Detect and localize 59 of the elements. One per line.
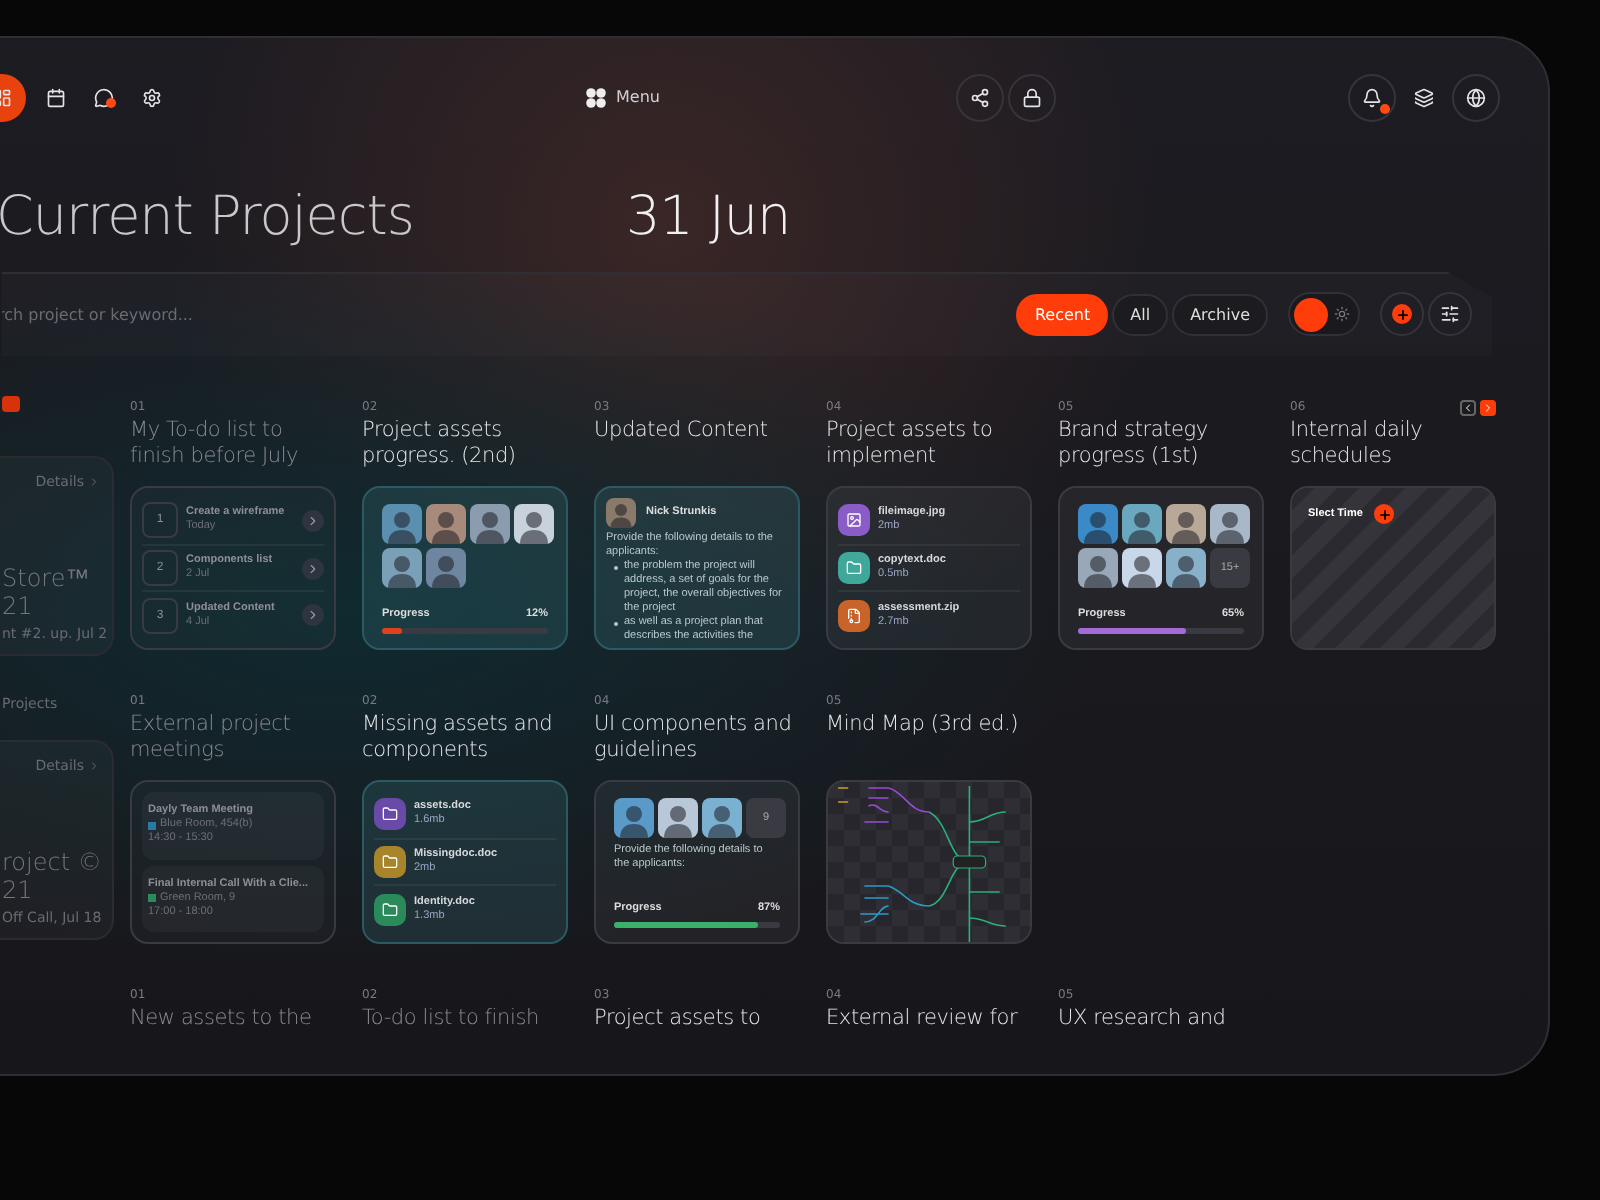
- share-button[interactable]: [955, 73, 1004, 122]
- filter-tab[interactable]: All: [1112, 293, 1169, 336]
- card-title: Updated Content: [594, 418, 770, 446]
- card-title: My To-do list to finish before July: [130, 418, 301, 472]
- date-label: 31 Jun: [626, 185, 791, 248]
- layers-icon: [1413, 87, 1434, 108]
- add-button[interactable]: [1380, 292, 1424, 337]
- lock-button[interactable]: [1007, 73, 1056, 122]
- card-title: UX research and: [1058, 1006, 1228, 1034]
- previous-button[interactable]: [1460, 399, 1476, 415]
- chevron-icon: [306, 608, 320, 623]
- arrow-button[interactable]: [302, 509, 324, 532]
- filter-tab[interactable]: Archive: [1172, 293, 1268, 336]
- plus-icon: [1374, 504, 1395, 524]
- avatar-silhouette: [606, 498, 636, 528]
- settings-icon: [142, 87, 162, 108]
- lock-icon: [1021, 87, 1042, 108]
- chevron-left-icon: [1462, 401, 1474, 413]
- page-title: Current Projects: [0, 185, 416, 248]
- card-title: External project meetings: [130, 712, 293, 766]
- menu-icon: [586, 87, 606, 108]
- theme-toggle[interactable]: [1288, 292, 1360, 337]
- card-title: External review for: [826, 1006, 1020, 1034]
- card-title: Brand strategy progress (1st): [1058, 418, 1210, 472]
- arrow-button[interactable]: [302, 557, 324, 579]
- card-title: Mind Map (3rd ed.): [826, 712, 1021, 740]
- plus-icon: [1392, 304, 1412, 325]
- share-icon: [969, 87, 990, 108]
- globe-button[interactable]: [1451, 73, 1500, 122]
- sliders-icon: [1440, 304, 1460, 325]
- filter-button[interactable]: [1428, 292, 1472, 337]
- card-title: Project assets progress. (2nd): [362, 418, 518, 472]
- bell-icon: [1361, 87, 1382, 108]
- card-title: UI components and guidelines: [594, 712, 794, 766]
- calendar-icon: [46, 87, 66, 108]
- card-title: Project assets to implement: [826, 418, 995, 472]
- bell-button[interactable]: [1347, 73, 1396, 122]
- menu-button[interactable]: Menu: [582, 83, 664, 112]
- card-title: Project assets to: [594, 1006, 763, 1034]
- card-title: To-do list to finish: [362, 1006, 541, 1034]
- card-title: Missing assets and components: [362, 712, 555, 766]
- globe-icon: [1465, 87, 1486, 108]
- next-button[interactable]: [1480, 399, 1496, 415]
- chevron-icon: [88, 760, 100, 772]
- chat-icon: [94, 87, 114, 108]
- chevron-icon: [88, 476, 100, 488]
- notification-dot: [1379, 103, 1390, 114]
- chevron-right-icon: [1482, 401, 1494, 413]
- notification-dot: [106, 97, 116, 108]
- project-name: roject © 21: [2, 848, 100, 904]
- filter-tab[interactable]: Recent: [1016, 293, 1109, 336]
- card-title: New assets to the: [130, 1006, 314, 1034]
- arrow-button[interactable]: [302, 604, 324, 627]
- notification-badge: [2, 396, 20, 412]
- card-title: Internal daily schedules: [1290, 418, 1425, 472]
- chevron-icon: [306, 513, 320, 528]
- sun-icon: [1334, 306, 1350, 323]
- chevron-icon: [306, 561, 320, 575]
- project-name: Store™ 21: [2, 564, 92, 620]
